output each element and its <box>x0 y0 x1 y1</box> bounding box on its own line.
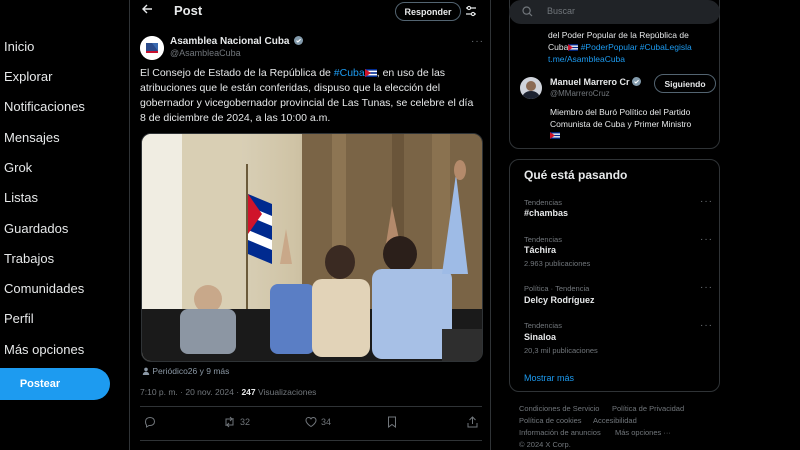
post-header: Post Responder <box>130 0 490 24</box>
retweet-icon <box>225 416 234 428</box>
profile-bio-snippet: del Poder Popular de la República de Cub… <box>548 29 718 65</box>
trend-name: Sinaloa <box>524 332 557 342</box>
nav-messages[interactable]: Mensajes <box>4 130 60 145</box>
views-count: 247 <box>241 387 256 397</box>
author-name[interactable]: Asamblea Nacional Cuba <box>170 36 304 47</box>
bio-line: Miembro del Buró Político del Partido <box>550 107 691 117</box>
trend-more-icon[interactable]: ··· <box>700 282 713 293</box>
nav-communities[interactable]: Comunidades <box>4 281 84 296</box>
trending-title: Qué está pasando <box>524 168 628 182</box>
search-input[interactable]: Buscar <box>547 6 575 16</box>
search-bar[interactable]: Buscar <box>509 0 720 24</box>
footer-link[interactable]: Más opciones ··· <box>615 428 671 437</box>
nav-home[interactable]: Inicio <box>4 39 34 54</box>
trend-category: Tendencias <box>524 321 562 330</box>
suggestion-name-text: Manuel Marrero Cr <box>550 77 630 87</box>
more-options-icon[interactable]: ··· <box>471 36 484 47</box>
cuba-flag-icon <box>364 67 377 79</box>
tweet-text-part: El Consejo de Estado de la República de <box>140 67 334 79</box>
reply-action[interactable] <box>144 416 156 428</box>
retweet-action[interactable]: 32 <box>223 416 250 428</box>
trend-name: Táchira <box>524 245 557 255</box>
show-more-link[interactable]: Mostrar más <box>524 373 574 383</box>
hashtag-link[interactable]: #Cuba <box>334 67 365 79</box>
share-icon <box>467 416 478 428</box>
filter-icon[interactable] <box>465 4 479 18</box>
tweet-text: El Consejo de Estado de la República de … <box>140 66 482 126</box>
share-action[interactable] <box>467 416 478 428</box>
views-label: Visualizaciones <box>255 387 317 397</box>
trend-count: 20,3 mil publicaciones <box>524 346 598 355</box>
bio-line: Cuba <box>548 42 569 52</box>
suggestion-avatar[interactable] <box>520 77 542 99</box>
post-button[interactable]: Postear <box>0 368 110 400</box>
heart-icon <box>305 416 317 428</box>
trend-more-icon[interactable]: ··· <box>700 196 713 207</box>
copyright: © 2024 X Corp. <box>519 440 571 449</box>
retweet-count: 32 <box>240 417 251 427</box>
trend-more-icon[interactable]: ··· <box>700 234 713 245</box>
right-sidebar: del Poder Popular de la República de Cub… <box>505 0 720 450</box>
nav-bookmarks[interactable]: Guardados <box>4 221 68 236</box>
left-sidebar: Inicio Explorar Notificaciones Mensajes … <box>0 0 130 450</box>
nav-profile[interactable]: Perfil <box>4 311 34 326</box>
like-count: 34 <box>321 417 332 427</box>
main-column: Post Responder Asamblea Nacional Cuba @A… <box>129 0 491 450</box>
suggestion-handle[interactable]: @MMarreroCruz <box>550 89 610 98</box>
bookmark-icon <box>388 416 396 428</box>
footer-link[interactable]: Accesibilidad <box>593 416 637 425</box>
back-arrow-icon[interactable] <box>141 2 153 18</box>
bio-line: del Poder Popular de la República de <box>548 30 689 40</box>
trend-category: Tendencias <box>524 235 562 244</box>
photo-tag[interactable]: Periódico26 y 9 más <box>142 366 229 376</box>
author-handle[interactable]: @AsambleaCuba <box>170 48 241 58</box>
footer-link[interactable]: Política de cookies <box>519 416 582 425</box>
trending-card: Qué está pasando Tendencias #chambas ···… <box>509 159 720 392</box>
cuba-flag-icon <box>550 130 720 142</box>
tweet-photo[interactable] <box>141 133 483 362</box>
timestamp-text[interactable]: 7:10 p. m. · 20 nov. 2024 · <box>140 387 241 397</box>
profile-link[interactable]: t.me/AsambleaCuba <box>548 53 718 65</box>
author-name-text: Asamblea Nacional Cuba <box>170 36 290 47</box>
nav-jobs[interactable]: Trabajos <box>4 251 54 266</box>
footer-link[interactable]: Información de anuncios <box>519 428 601 437</box>
reply-button[interactable]: Responder <box>395 2 461 21</box>
like-action[interactable]: 34 <box>305 416 331 428</box>
nav-more-options[interactable]: Más opciones <box>4 342 84 357</box>
nav-explore[interactable]: Explorar <box>4 69 52 84</box>
author-avatar[interactable] <box>140 36 164 60</box>
verified-badge-icon <box>294 36 304 45</box>
hashtag-link[interactable]: #PoderPopular #CubaLegisla <box>578 42 692 52</box>
footer-link[interactable]: Condiciones de Servicio <box>519 404 599 413</box>
bookmark-action[interactable] <box>387 416 397 428</box>
footer-link[interactable]: Política de Privacidad <box>612 404 684 413</box>
following-button[interactable]: Siguiendo <box>654 74 716 93</box>
trend-name: Delcy Rodríguez <box>524 295 595 305</box>
suggestion-name[interactable]: Manuel Marrero Cr <box>550 77 642 87</box>
trend-more-icon[interactable]: ··· <box>700 320 713 331</box>
nav-lists[interactable]: Listas <box>4 190 38 205</box>
divider <box>140 440 482 441</box>
divider <box>140 406 482 407</box>
page-title: Post <box>174 3 203 18</box>
suggestion-bio: Miembro del Buró Político del Partido Co… <box>550 106 720 142</box>
person-icon <box>142 367 150 375</box>
photo-credit-text: Periódico26 y 9 más <box>152 366 230 376</box>
search-icon <box>522 6 533 17</box>
nav-notifications[interactable]: Notificaciones <box>4 99 85 114</box>
trend-count: 2.963 publicaciones <box>524 259 591 268</box>
bio-line: Comunista de Cuba y Primer Ministro <box>550 119 692 129</box>
cuba-flag-icon <box>568 42 579 52</box>
tweet-timestamp: 7:10 p. m. · 20 nov. 2024 · 247 Visualiz… <box>140 387 316 397</box>
nav-grok[interactable]: Grok <box>4 160 32 175</box>
comment-icon <box>144 416 156 428</box>
trend-name: #chambas <box>524 208 569 218</box>
trend-category: Tendencias <box>524 198 562 207</box>
verified-badge-icon <box>632 77 642 87</box>
trend-category: Política · Tendencia <box>524 284 590 293</box>
